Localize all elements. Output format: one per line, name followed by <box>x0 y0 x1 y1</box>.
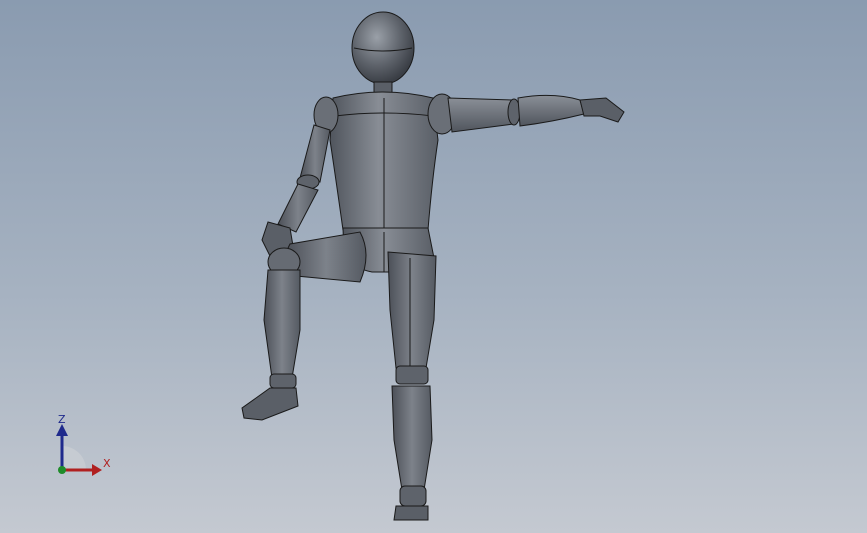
y-axis-origin <box>58 466 66 474</box>
axis-quadrant-arc <box>62 446 86 470</box>
x-axis-arrowhead <box>92 464 102 476</box>
left-forearm <box>277 183 319 233</box>
right-forearm <box>517 94 585 127</box>
mannequin-model[interactable] <box>0 0 867 533</box>
right-thigh <box>387 251 437 369</box>
x-axis-label: X <box>103 457 111 470</box>
right-hand <box>579 97 625 123</box>
right-upper-arm <box>447 97 515 133</box>
3d-graphics-viewport[interactable]: Z X <box>0 0 867 533</box>
left-shin <box>263 269 301 379</box>
left-upper-arm <box>299 124 331 183</box>
right-shin <box>391 385 433 491</box>
left-foot <box>241 387 299 421</box>
z-axis-label: Z <box>58 413 66 426</box>
mannequin-head <box>351 11 415 85</box>
right-foot <box>393 505 429 521</box>
